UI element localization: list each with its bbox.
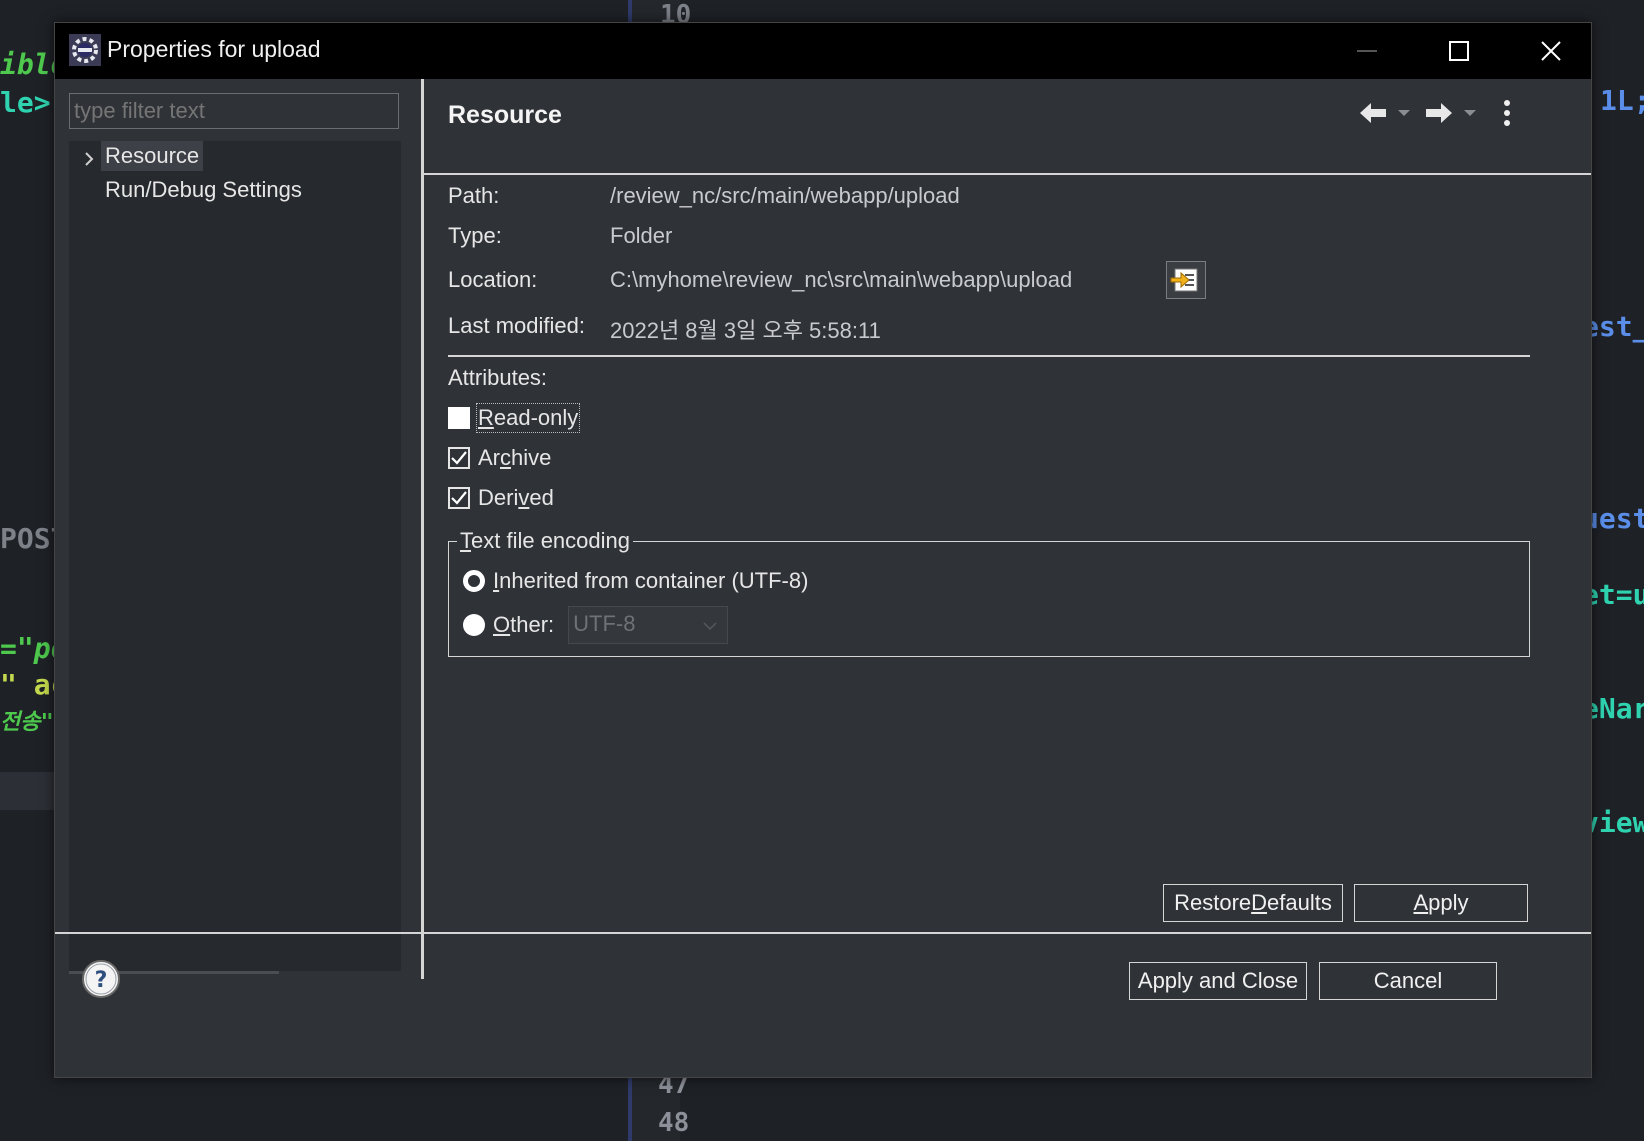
back-button[interactable] — [1358, 95, 1412, 131]
show-in-explorer-button[interactable] — [1166, 261, 1206, 299]
forward-arrow-icon — [1426, 103, 1452, 123]
archive-checkbox[interactable]: Archive — [448, 445, 551, 471]
view-menu-button[interactable] — [1502, 95, 1512, 131]
minimize-icon — [1357, 50, 1377, 52]
tree-item-resource[interactable]: Resource — [101, 141, 204, 171]
title-separator — [424, 173, 1591, 175]
more-vertical-icon — [1504, 100, 1510, 126]
derived-checkbox[interactable]: Derived — [448, 485, 554, 511]
text-file-encoding-group: Text file encoding Inherited from contai… — [448, 528, 1530, 657]
checkbox-box[interactable] — [448, 447, 470, 469]
back-arrow-icon — [1360, 103, 1386, 123]
attributes-label: Attributes: — [448, 365, 548, 390]
eclipse-app-icon — [69, 34, 101, 66]
window-title: Properties for upload — [107, 36, 321, 62]
minimize-button[interactable] — [1321, 23, 1413, 79]
code-fragment: 전송" — [0, 710, 54, 735]
apply-button[interactable]: Apply — [1354, 884, 1528, 922]
expand-arrow-icon[interactable] — [81, 151, 97, 167]
read-only-checkbox[interactable]: Read-only — [448, 403, 581, 433]
chevron-down-icon[interactable] — [1462, 107, 1478, 119]
help-icon[interactable]: ? — [81, 959, 121, 999]
editor-current-line — [0, 772, 54, 810]
tree-item-run-debug-settings[interactable]: Run/Debug Settings — [105, 177, 302, 203]
path-label: Path: — [448, 183, 500, 208]
checkbox-box[interactable] — [448, 487, 470, 509]
property-tree[interactable]: Resource Run/Debug Settings — [69, 141, 401, 971]
last-modified-label: Last modified: — [448, 313, 585, 338]
code-fragment: 1L; — [1600, 84, 1644, 117]
derived-label: Derived — [478, 485, 554, 510]
page-title: Resource — [448, 101, 562, 129]
inherited-encoding-label: Inherited from container (UTF-8) — [493, 568, 809, 593]
title-bar[interactable]: Properties for upload — [55, 23, 1591, 79]
navigation-pane: Resource Run/Debug Settings — [55, 79, 421, 979]
details-separator — [448, 355, 1530, 357]
other-encoding-radio[interactable]: Other: UTF-8 — [463, 606, 729, 644]
apply-and-close-button[interactable]: Apply and Close — [1129, 962, 1307, 1000]
svg-text:?: ? — [95, 968, 108, 993]
encoding-select-value: UTF-8 — [573, 611, 636, 636]
checkbox-box[interactable] — [448, 407, 470, 429]
maximize-button[interactable] — [1413, 23, 1505, 79]
location-value: C:\myhome\review_nc\src\main\webapp\uplo… — [610, 267, 1073, 292]
close-button[interactable] — [1505, 23, 1597, 79]
code-fragment: le> — [0, 86, 51, 119]
properties-dialog: Properties for upload Resource Run/Debug… — [54, 22, 1592, 1078]
filter-input[interactable] — [69, 93, 399, 129]
checkmark-icon — [451, 491, 467, 505]
location-label: Location: — [448, 267, 538, 292]
footer-separator — [55, 932, 1591, 934]
encoding-select[interactable]: UTF-8 — [568, 606, 729, 644]
type-label: Type: — [448, 223, 502, 248]
chevron-down-icon — [703, 622, 717, 631]
last-modified-value: 2022년 8월 3일 오후 5:58:11 — [610, 318, 881, 343]
chevron-down-icon[interactable] — [1396, 107, 1412, 119]
inherited-encoding-radio[interactable]: Inherited from container (UTF-8) — [463, 568, 808, 594]
checkmark-icon — [451, 451, 467, 465]
encoding-group-title: Text file encoding — [457, 528, 633, 554]
line-number: 48 — [658, 1108, 690, 1138]
path-value: /review_nc/src/main/webapp/upload — [610, 183, 960, 208]
restore-defaults-button[interactable]: Restore Defaults — [1163, 884, 1343, 922]
forward-button[interactable] — [1424, 95, 1478, 131]
radio-button[interactable] — [463, 570, 485, 592]
maximize-icon — [1449, 41, 1469, 61]
open-location-icon — [1170, 268, 1198, 292]
cancel-button[interactable]: Cancel — [1319, 962, 1497, 1000]
archive-label: Archive — [478, 445, 552, 470]
read-only-label: Read-only — [475, 403, 581, 433]
type-value: Folder — [610, 223, 673, 248]
other-encoding-label: Other: — [493, 612, 555, 637]
resource-page: Resource Path: /review_nc/src/main/webap… — [424, 79, 1591, 979]
radio-button[interactable] — [463, 614, 485, 636]
close-icon — [1541, 41, 1561, 61]
